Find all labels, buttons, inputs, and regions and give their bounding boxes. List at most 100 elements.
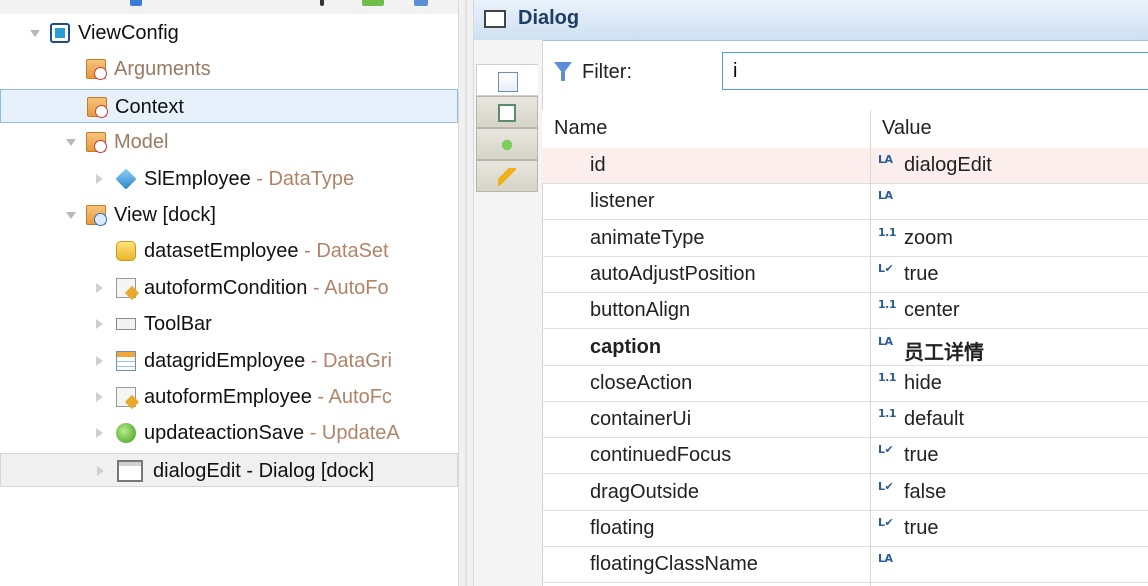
property-value[interactable]: 员工详情	[904, 336, 984, 365]
side-tab[interactable]	[476, 128, 538, 160]
properties-edit-icon	[498, 72, 518, 92]
property-type-icon: L✔	[878, 479, 894, 493]
panel-header: Dialog	[474, 0, 1148, 41]
property-value[interactable]: hide	[904, 372, 942, 395]
tree-node[interactable]: autoformCondition - AutoFo	[0, 271, 458, 305]
tree-node-name: autoformEmployee	[144, 386, 312, 408]
tree-node[interactable]: updateactionSave - UpdateA	[0, 416, 458, 450]
property-row[interactable]: caption LA 员工详情	[542, 330, 1148, 366]
column-separator[interactable]	[870, 110, 871, 586]
property-type-icon: LA	[878, 552, 893, 566]
property-type-icon: L✔	[878, 261, 894, 275]
property-row[interactable]: closeAction 1.1 hide	[542, 366, 1148, 402]
dialog-icon	[117, 459, 143, 482]
tree-node-type: - DataType	[250, 167, 355, 190]
tree-node[interactable]: ViewConfig	[0, 16, 458, 50]
panel-splitter[interactable]	[458, 0, 474, 586]
tree-node-name: Model	[114, 131, 169, 154]
property-value[interactable]: center	[904, 299, 960, 322]
expand-arrow-icon[interactable]	[97, 465, 104, 476]
tree-node-label: ToolBar	[144, 311, 212, 337]
toolbar-icon-fragment	[414, 0, 428, 6]
property-row[interactable]: floatingClassName LA	[542, 547, 1148, 584]
property-row[interactable]: dragOutside L✔ false	[542, 475, 1148, 511]
tree-node[interactable]: autoformEmployee - AutoFc	[0, 380, 458, 414]
view-config-icon	[50, 23, 70, 43]
side-tabs	[474, 40, 543, 586]
filter-bar: Filter:	[542, 48, 1148, 94]
outline-tree: ViewConfig Arguments Context Model SlEmploye…	[0, 0, 458, 586]
tree-node-label: datagridEmployee - DataGri	[144, 348, 392, 374]
column-header-value[interactable]: Value	[882, 117, 932, 140]
property-row[interactable]: buttonAlign 1.1 center	[542, 293, 1148, 330]
grid-header: Name Value	[542, 110, 1148, 149]
autoform-icon	[116, 277, 136, 298]
tree-node[interactable]: View [dock]	[0, 198, 458, 232]
property-row[interactable]: floating L✔ true	[542, 511, 1148, 547]
property-value[interactable]: false	[904, 481, 946, 504]
layout-icon	[498, 104, 516, 122]
property-value[interactable]: default	[904, 408, 964, 431]
property-value[interactable]: true	[904, 444, 938, 467]
expand-arrow-icon[interactable]	[96, 319, 103, 330]
model-folder-icon	[86, 132, 107, 154]
expand-arrow-icon[interactable]	[96, 173, 103, 184]
property-type-icon: 1.1	[878, 298, 897, 312]
expand-arrow-icon[interactable]	[96, 428, 103, 439]
tree-node[interactable]: Context	[0, 88, 458, 123]
tree-node[interactable]: datasetEmployee - DataSet	[0, 234, 458, 268]
property-name: buttonAlign	[590, 299, 691, 322]
tree-node-name: datagridEmployee	[144, 349, 306, 372]
tree-node-name: SlEmployee	[144, 167, 251, 190]
property-type-icon: L✔	[878, 516, 894, 529]
property-row[interactable]: continuedFocus L✔ true	[542, 438, 1148, 475]
column-header-name[interactable]: Name	[554, 117, 607, 140]
dialog-icon	[484, 10, 506, 28]
tree-node-type: - AutoFo	[307, 276, 389, 299]
property-row[interactable]: id LA dialogEdit	[542, 148, 1148, 184]
property-grid: Name Value id LA dialogEdit listener LA anima…	[542, 110, 1148, 586]
collapse-arrow-icon[interactable]	[30, 30, 40, 37]
tree-node[interactable]: Arguments	[0, 52, 458, 86]
tree-node[interactable]: datagridEmployee - DataGri	[0, 344, 458, 378]
collapse-arrow-icon[interactable]	[66, 212, 76, 219]
tree-node-label: dialogEdit - Dialog [dock]	[153, 458, 374, 484]
tree-node-label: Model	[114, 129, 168, 155]
expand-arrow-icon[interactable]	[96, 282, 103, 293]
expand-arrow-icon[interactable]	[96, 392, 103, 402]
tree-node[interactable]: SlEmployee - DataType	[0, 162, 458, 196]
property-value[interactable]: zoom	[904, 227, 953, 250]
property-name: listener	[590, 190, 655, 213]
tree-node[interactable]: Model	[0, 125, 458, 159]
side-tab[interactable]	[476, 96, 538, 128]
filter-input[interactable]	[722, 52, 1148, 90]
tree-node-name: ViewConfig	[78, 22, 179, 44]
tree-node-label: updateactionSave - UpdateA	[144, 420, 400, 446]
side-tab[interactable]	[476, 64, 538, 96]
tree-node-name: Arguments	[114, 58, 211, 81]
tree-node-type: - AutoFc	[311, 386, 392, 408]
property-name: containerUi	[590, 408, 692, 431]
tree-node[interactable]: ToolBar	[0, 307, 458, 341]
tree-node[interactable]: dialogEdit - Dialog [dock]	[0, 452, 458, 487]
expand-arrow-icon[interactable]	[96, 355, 103, 366]
property-value[interactable]: true	[904, 517, 938, 540]
tree-node-label: SlEmployee - DataType	[144, 166, 354, 192]
side-tab[interactable]	[476, 160, 538, 192]
collapse-arrow-icon[interactable]	[66, 139, 76, 147]
tree-node-name: autoformCondition	[144, 276, 308, 299]
filter-label: Filter:	[582, 61, 632, 83]
property-value[interactable]: dialogEdit	[904, 154, 992, 177]
tree-node-label: Arguments	[114, 56, 211, 82]
events-lightning-icon	[498, 168, 516, 186]
property-row[interactable]: containerUi 1.1 default	[542, 402, 1148, 439]
pin-icon	[498, 136, 516, 154]
property-type-icon: 1.1	[878, 407, 897, 421]
dataset-icon	[116, 241, 136, 262]
property-row[interactable]: listener LA	[542, 184, 1148, 221]
tree-node-type: - DataSet	[298, 240, 389, 263]
property-name: autoAdjustPosition	[590, 262, 756, 285]
property-row[interactable]: animateType 1.1 zoom	[542, 221, 1148, 257]
property-value[interactable]: true	[904, 263, 938, 286]
property-row[interactable]: autoAdjustPosition L✔ true	[542, 257, 1148, 293]
